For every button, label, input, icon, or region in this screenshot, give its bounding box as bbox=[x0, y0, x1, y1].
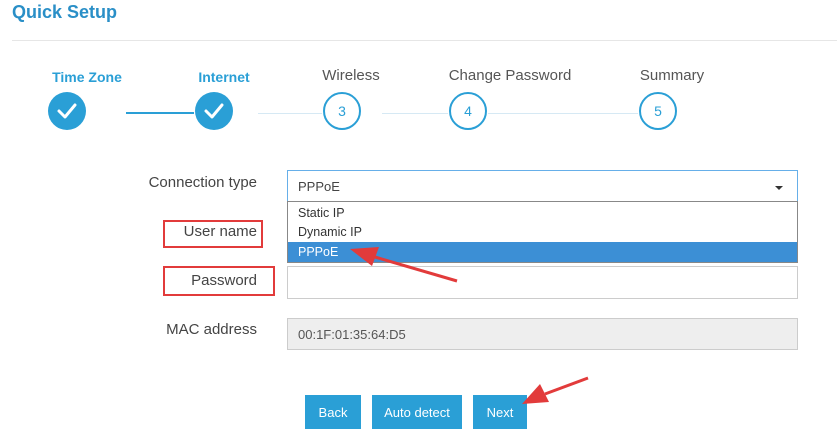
red-arrow-icon bbox=[350, 247, 458, 283]
red-arrow-icon bbox=[522, 376, 589, 404]
annotation-arrows bbox=[350, 247, 589, 404]
